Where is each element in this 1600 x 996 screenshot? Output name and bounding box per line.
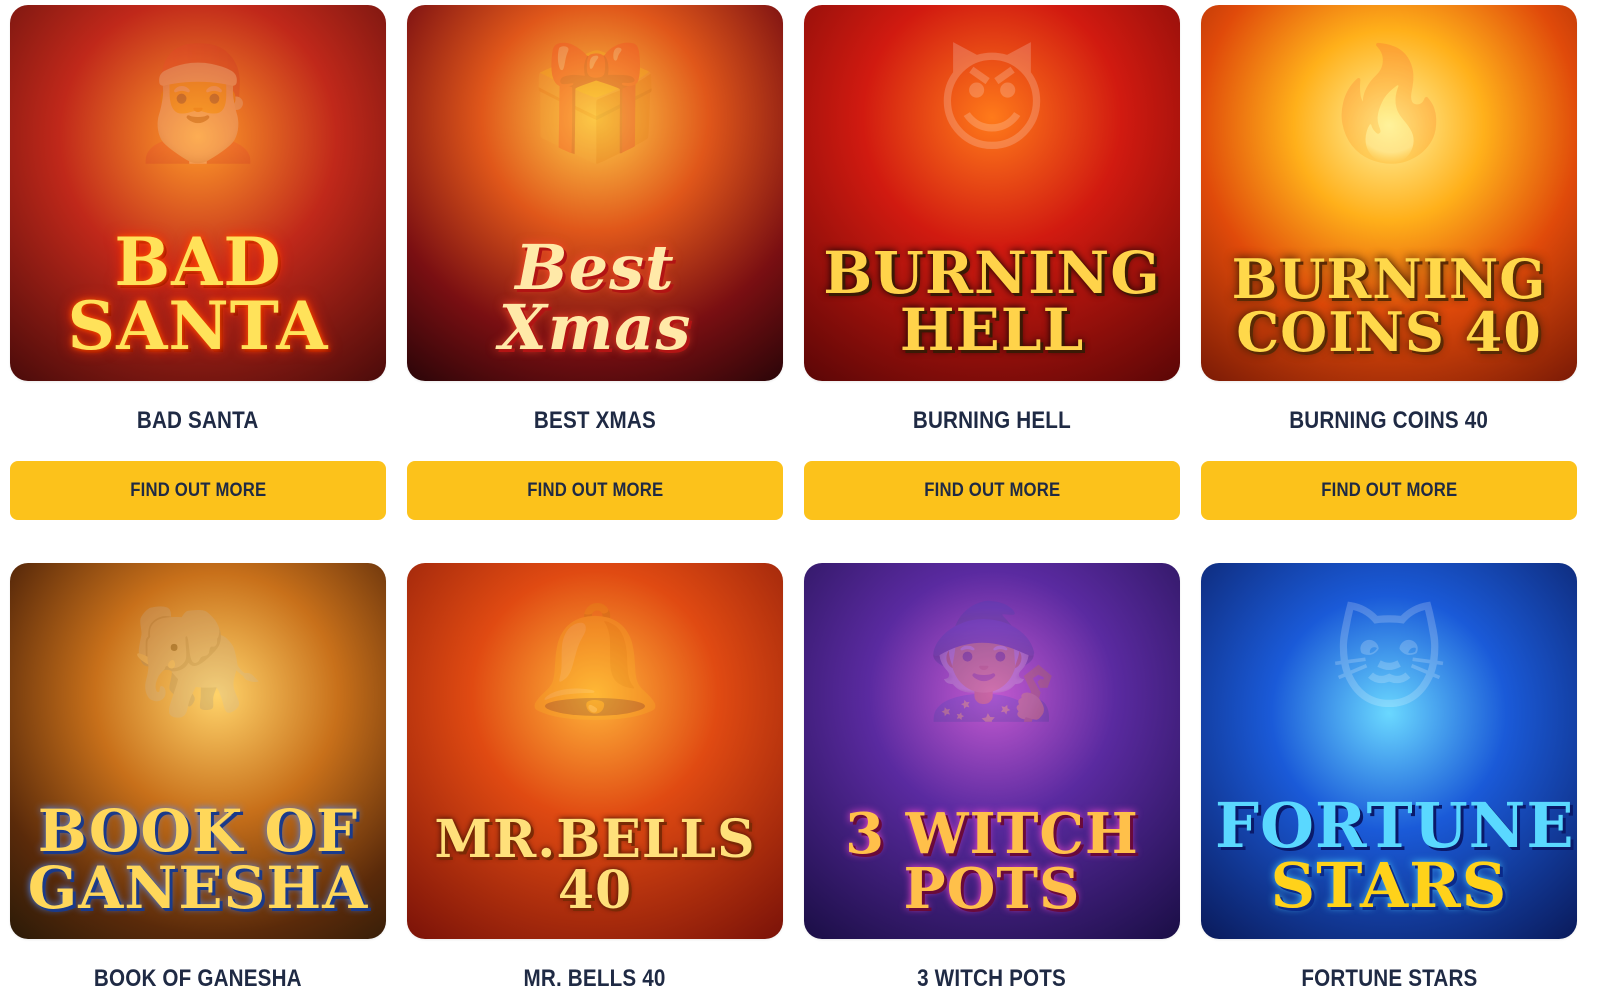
button-label: FIND OUT MORE	[129, 479, 267, 501]
game-card: 🎁 Best Xmas BEST XMAS FIND OUT MORE	[407, 5, 783, 563]
game-card: 🎅 BAD SANTA BAD SANTA FIND OUT MORE	[10, 5, 386, 563]
find-out-more-button[interactable]: FIND OUT MORE	[407, 461, 783, 520]
game-logo-line-1: 3 WITCH	[845, 801, 1139, 868]
devil-icon: 😈	[934, 38, 1050, 167]
game-thumbnail[interactable]: 🎅 BAD SANTA	[10, 5, 386, 381]
game-logo-line-2: Xmas	[498, 291, 692, 365]
game-logo: Best Xmas	[407, 230, 783, 365]
bell-icon: 🔔	[526, 596, 664, 725]
gift-icon: 🎁	[526, 38, 664, 167]
game-logo-line-2: MR.BELLS 40	[434, 809, 756, 922]
game-logo-line-1: Best	[515, 230, 675, 304]
game-card: 🐱 FORTUNE STARS FORTUNE STARS	[1201, 563, 1577, 996]
game-logo-line-1: BOOK OF	[37, 797, 359, 866]
game-thumbnail[interactable]: 🐱 FORTUNE STARS	[1201, 563, 1577, 939]
game-thumbnail[interactable]: 🧙 3 WITCH POTS	[804, 563, 1180, 939]
game-logo-line-2: GANESHA	[27, 854, 369, 923]
button-label: FIND OUT MORE	[526, 479, 664, 501]
game-logo-line-1: FORTUNE	[1215, 788, 1575, 862]
game-logo-line-2: POTS	[903, 856, 1081, 923]
game-logo-line-1: BAD	[114, 222, 282, 301]
elephant-icon: 🐘	[129, 596, 267, 725]
game-logo: 3 WITCH POTS	[804, 801, 1180, 923]
game-logo-line-2: STARS	[1270, 849, 1508, 923]
game-logo: BURNING COINS 40	[1201, 247, 1577, 365]
game-thumbnail[interactable]: 🔥 BURNING COINS 40	[1201, 5, 1577, 381]
game-logo-line-2: COINS 40	[1236, 300, 1542, 365]
game-logo-line-2: HELL	[899, 296, 1085, 365]
game-thumbnail[interactable]: 😈 BURNING HELL	[804, 5, 1180, 381]
game-card: 🧙 3 WITCH POTS 3 WITCH POTS	[804, 563, 1180, 996]
game-thumbnail[interactable]: 🐘 BOOK OF GANESHA	[10, 563, 386, 939]
game-card: 🐘 BOOK OF GANESHA BOOK OF GANESHA	[10, 563, 386, 996]
cat-icon: 🐱	[1331, 596, 1447, 725]
game-logo: MR.BELLS 40	[407, 809, 783, 922]
fire-coin-icon: 🔥	[1320, 38, 1458, 167]
game-logo: FORTUNE STARS	[1201, 788, 1577, 923]
game-card: 🔔 MR.BELLS 40 MR. BELLS 40	[407, 563, 783, 996]
game-title: BAD SANTA	[137, 407, 259, 434]
find-out-more-button[interactable]: FIND OUT MORE	[1201, 461, 1577, 520]
games-grid: 🎅 BAD SANTA BAD SANTA FIND OUT MORE 🎁 Be…	[10, 5, 1594, 996]
game-title: BURNING COINS 40	[1289, 407, 1489, 434]
game-title: BEST XMAS	[534, 407, 656, 434]
game-logo: BURNING HELL	[804, 239, 1180, 365]
game-card: 🔥 BURNING COINS 40 BURNING COINS 40 FIND…	[1201, 5, 1577, 563]
find-out-more-button[interactable]: FIND OUT MORE	[804, 461, 1180, 520]
button-label: FIND OUT MORE	[923, 479, 1061, 501]
game-logo: BOOK OF GANESHA	[10, 797, 386, 923]
game-thumbnail[interactable]: 🔔 MR.BELLS 40	[407, 563, 783, 939]
santa-icon: 🎅	[129, 38, 267, 167]
game-thumbnail[interactable]: 🎁 Best Xmas	[407, 5, 783, 381]
game-logo-line-2: SANTA	[67, 287, 329, 366]
witch-hat-icon: 🧙	[923, 596, 1061, 725]
game-title: BURNING HELL	[912, 407, 1071, 434]
button-label: FIND OUT MORE	[1320, 479, 1458, 501]
find-out-more-button[interactable]: FIND OUT MORE	[10, 461, 386, 520]
game-logo-line-1: BURNING	[1231, 247, 1547, 312]
game-card: 😈 BURNING HELL BURNING HELL FIND OUT MOR…	[804, 5, 1180, 563]
game-logo-line-1: BURNING	[823, 239, 1161, 308]
game-logo: BAD SANTA	[10, 222, 386, 366]
